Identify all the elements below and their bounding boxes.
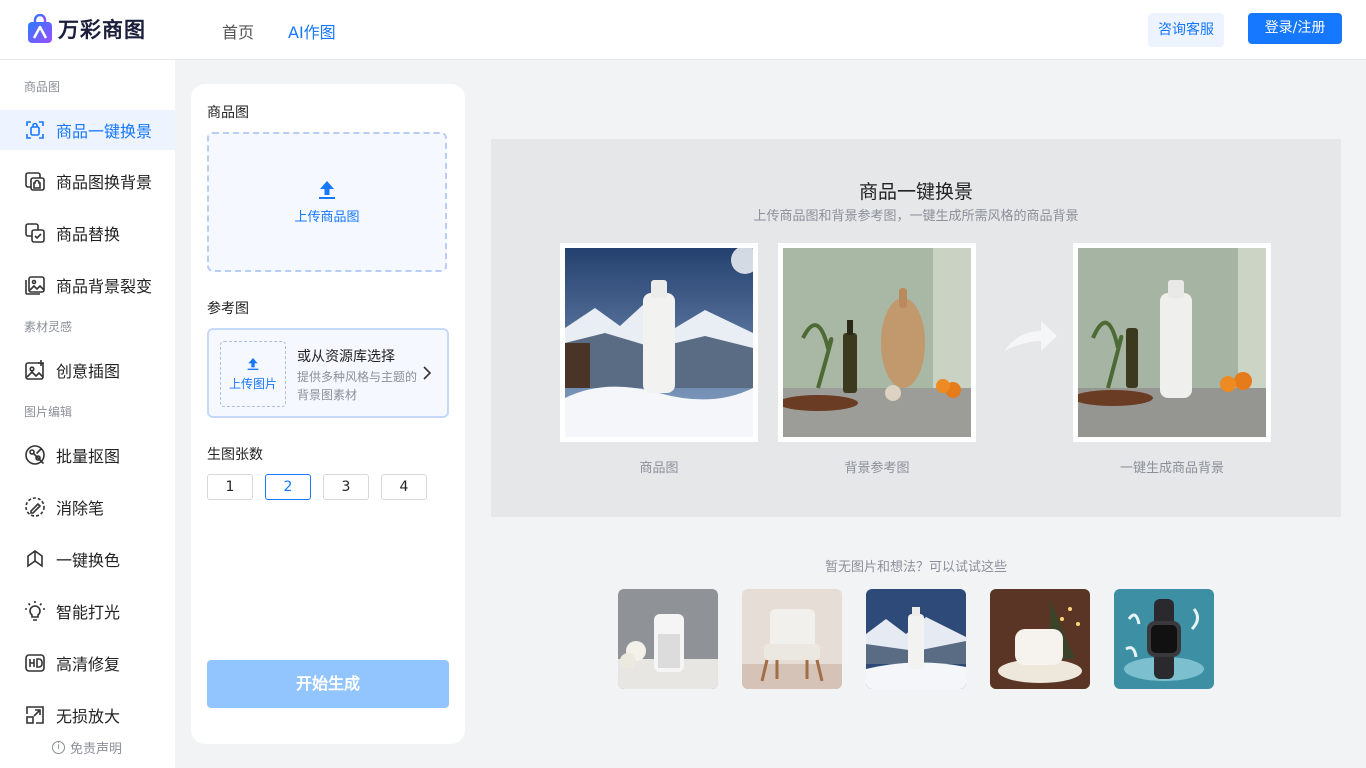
caption-generated-result: 一键生成商品背景 [1119, 461, 1224, 476]
sidebar-item-product-replace[interactable]: 商品替换 [0, 213, 175, 253]
upload-reference-button[interactable]: 上传图片 [220, 341, 286, 407]
sidebar-item-scene-swap[interactable]: 商品一键换景 [0, 110, 175, 150]
sidebar-item-recolor[interactable]: 一键换色 [0, 539, 175, 579]
sidebar-group-edit: 图片编辑 [24, 405, 73, 419]
brand-logo[interactable]: 万彩商图 [26, 14, 146, 44]
top-header: 万彩商图 首页 AI作图 咨询客服 登录/注册 [0, 0, 1366, 60]
sidebar-item-label: 高清修复 [56, 655, 121, 674]
bottle-in-kitchen-image [1078, 248, 1266, 437]
logo-bag-icon [28, 14, 52, 43]
sample-bottle-snow[interactable] [866, 589, 966, 689]
sidebar-item-creative-illustration[interactable]: 创意插图 [0, 350, 175, 390]
nav-home[interactable]: 首页 [222, 19, 254, 43]
reference-picker: 上传图片 或从资源库选择 提供多种风格与主题的背景图素材 [207, 328, 449, 418]
count-option-4[interactable]: 4 [381, 474, 427, 500]
smartwatch-image [1114, 589, 1214, 689]
upload-product-label: 上传商品图 [294, 209, 360, 225]
sidebar-item-label: 批量抠图 [56, 447, 121, 466]
sidebar: 商品图 商品一键换景 商品图换背景 商品替换 商品背景裂变 素材灵感 创意插图 … [0, 60, 175, 768]
sidebar-item-label: 智能打光 [56, 603, 121, 622]
sidebar-item-hd-repair[interactable]: 高清修复 [0, 643, 175, 683]
sidebar-item-smart-lighting[interactable]: 智能打光 [0, 591, 175, 631]
settings-panel: 商品图 上传商品图 参考图 上传图片 或从资源库选择 提供多种风格与主题的背景图… [191, 84, 465, 744]
sidebar-item-label: 一键换色 [56, 551, 121, 570]
brand-name: 万彩商图 [58, 18, 146, 42]
example-generated-result [1073, 243, 1271, 442]
main-nav: 首页 AI作图 [222, 19, 370, 43]
disclaimer-link[interactable]: i 免责声明 [52, 738, 122, 757]
example-product-image [560, 243, 758, 442]
caption-product-image: 商品图 [639, 461, 679, 476]
sample-gallery [618, 589, 1238, 689]
chevron-right-icon [423, 366, 432, 380]
product-image-label: 商品图 [207, 105, 249, 121]
sidebar-group-product: 商品图 [24, 80, 61, 94]
example-background-reference [778, 243, 976, 442]
nav-ai-draw[interactable]: AI作图 [288, 19, 336, 43]
sidebar-item-label: 消除笔 [56, 499, 105, 518]
upload-icon [319, 180, 335, 199]
sidebar-item-image-variation[interactable]: 商品背景裂变 [0, 265, 175, 305]
hd-icon [24, 652, 46, 674]
sample-smartwatch[interactable] [1114, 589, 1214, 689]
sidebar-item-label: 无损放大 [56, 707, 121, 726]
consult-button[interactable]: 咨询客服 [1148, 13, 1224, 47]
sidebar-item-label: 商品替换 [56, 225, 121, 244]
sample-pillow[interactable] [990, 589, 1090, 689]
recolor-icon [24, 548, 46, 570]
image-count-label: 生图张数 [207, 447, 263, 463]
library-description: 提供多种风格与主题的背景图素材 [297, 370, 418, 402]
sidebar-item-eraser-pen[interactable]: 消除笔 [0, 487, 175, 527]
login-register-button[interactable]: 登录/注册 [1248, 13, 1342, 44]
armchair-image [742, 589, 842, 689]
count-option-1[interactable]: 1 [207, 474, 253, 500]
product-replace-icon [24, 222, 46, 244]
showcase-title: 商品一键换景 [858, 181, 973, 203]
sample-armchair[interactable] [742, 589, 842, 689]
sidebar-item-label: 商品一键换景 [56, 122, 153, 141]
sidebar-item-label: 商品图换背景 [56, 173, 153, 192]
info-icon: i [52, 741, 65, 754]
count-option-2[interactable]: 2 [265, 474, 311, 500]
upload-image-label: 上传图片 [228, 376, 277, 391]
arrow-right-icon [1004, 321, 1057, 351]
count-option-3[interactable]: 3 [323, 474, 369, 500]
reference-image-label: 参考图 [207, 301, 249, 317]
upload-product-dropzone[interactable]: 上传商品图 [207, 132, 447, 272]
scene-swap-icon [24, 119, 46, 141]
pillow-image [990, 589, 1090, 689]
sidebar-item-background-swap[interactable]: 商品图换背景 [0, 161, 175, 201]
sidebar-item-lossless-enlarge[interactable]: 无损放大 [0, 695, 175, 735]
humidifier-image [618, 589, 718, 689]
background-swap-icon [24, 170, 46, 192]
library-title: 或从资源库选择 [297, 349, 395, 365]
image-variation-icon [24, 274, 46, 296]
bottle-on-snow-image [565, 248, 753, 437]
image-count-options: 1 2 3 4 [207, 474, 439, 500]
sidebar-item-label: 商品背景裂变 [56, 277, 153, 296]
disclaimer-label: 免责声明 [70, 742, 123, 757]
sample-humidifier[interactable] [618, 589, 718, 689]
sidebar-item-label: 创意插图 [56, 362, 121, 381]
sidebar-item-batch-cutout[interactable]: 批量抠图 [0, 435, 175, 475]
feature-showcase: 商品一键换景 上传商品图和背景参考图，一键生成所需风格的商品背景 商品图 背景参… [491, 139, 1341, 517]
start-generate-button[interactable]: 开始生成 [207, 660, 449, 708]
bottle-snow-image [866, 589, 966, 689]
creative-illustration-icon [24, 359, 46, 381]
caption-background-reference: 背景参考图 [844, 461, 910, 476]
try-examples-hint: 暂无图片和想法？可以试试这些 [824, 560, 1007, 575]
sidebar-group-inspiration: 素材灵感 [24, 320, 73, 334]
kitchen-still-life-image [783, 248, 971, 437]
eraser-pen-icon [24, 496, 46, 518]
bulb-icon [24, 600, 46, 622]
showcase-subtitle: 上传商品图和背景参考图，一键生成所需风格的商品背景 [753, 209, 1079, 224]
enlarge-icon [24, 704, 46, 726]
batch-cutout-icon [24, 444, 46, 466]
upload-icon [247, 357, 259, 370]
